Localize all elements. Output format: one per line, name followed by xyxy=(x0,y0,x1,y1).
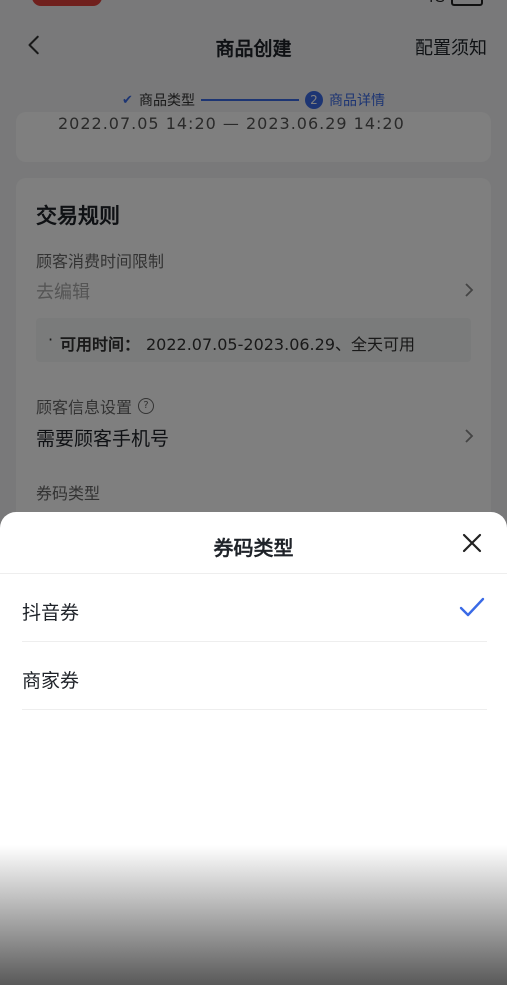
option-douyin-coupon[interactable]: 抖音券 xyxy=(22,574,487,642)
checkmark-icon xyxy=(459,597,485,617)
coupon-type-sheet: 券码类型 抖音券 商家券 xyxy=(0,512,507,985)
option-label: 抖音券 xyxy=(22,602,80,624)
sheet-title: 券码类型 xyxy=(213,536,294,560)
option-merchant-coupon[interactable]: 商家券 xyxy=(22,642,487,710)
bottom-fade xyxy=(0,845,507,985)
close-icon[interactable] xyxy=(461,532,483,554)
option-label: 商家券 xyxy=(22,670,80,692)
divider xyxy=(22,709,487,710)
